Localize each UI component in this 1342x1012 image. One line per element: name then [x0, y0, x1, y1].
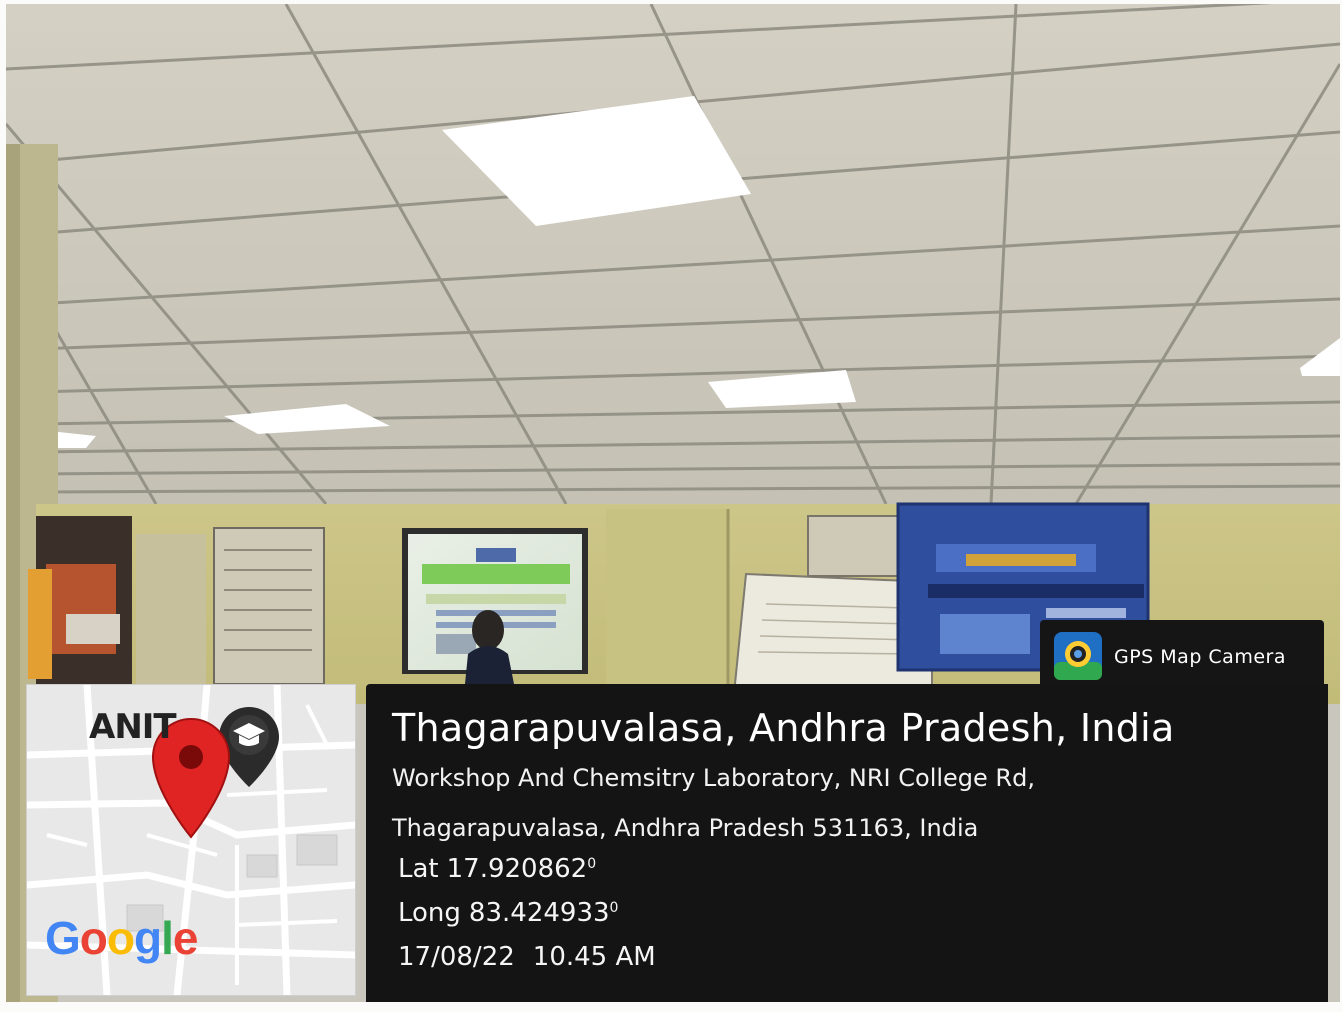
app-badge-label: GPS Map Camera — [1114, 646, 1286, 668]
timestamp-time: 10.45 AM — [532, 942, 656, 972]
map-place-label: ANIT — [89, 707, 177, 747]
latitude-value: 17.920862 — [446, 854, 588, 884]
geotagged-photo-frame: GPS Map Camera Thagarapuvalasa, Andhra P… — [0, 0, 1342, 1012]
google-logo-letter: e — [172, 912, 199, 964]
address-line-1: Workshop And Chemsitry Laboratory, NRI C… — [392, 764, 1035, 792]
google-logo-letter: G — [45, 912, 81, 964]
google-logo: Google — [45, 911, 199, 965]
google-logo-letter: o — [79, 912, 108, 964]
google-logo-letter: g — [134, 912, 162, 964]
address-line-2: Thagarapuvalasa, Andhra Pradesh 531163, … — [392, 814, 979, 842]
app-badge: GPS Map Camera — [1040, 620, 1324, 690]
google-logo-letter: o — [106, 912, 135, 964]
latitude-label: Lat — [398, 854, 439, 884]
latitude-degree-mark: 0 — [587, 856, 597, 872]
location-info-panel: Thagarapuvalasa, Andhra Pradesh, India W… — [366, 684, 1328, 1002]
google-logo-letter: l — [161, 912, 174, 964]
gps-map-camera-icon — [1054, 632, 1102, 680]
longitude-label: Long — [398, 898, 461, 928]
timestamp-date: 17/08/22 — [398, 942, 515, 972]
map-thumbnail: ANIT Google — [26, 684, 356, 996]
location-title: Thagarapuvalasa, Andhra Pradesh, India — [392, 706, 1175, 750]
latitude-row: Lat 17.9208620 — [398, 854, 596, 884]
longitude-value: 83.424933 — [468, 898, 610, 928]
timestamp-row: 17/08/22 10.45 AM — [398, 942, 656, 972]
longitude-row: Long 83.4249330 — [398, 898, 618, 928]
longitude-degree-mark: 0 — [609, 900, 619, 916]
